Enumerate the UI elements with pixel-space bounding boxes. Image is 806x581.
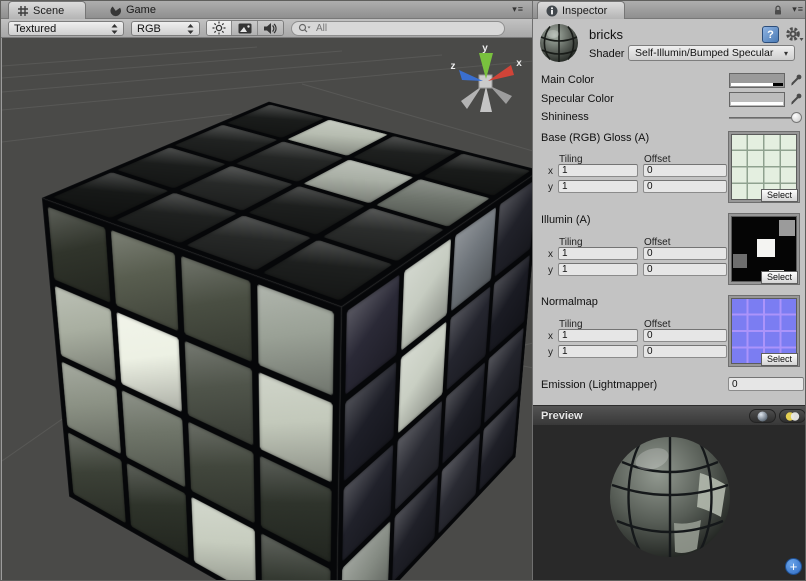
- preview-title: Preview: [541, 410, 583, 422]
- sun-icon: [212, 21, 226, 35]
- updown-arrows-icon: [111, 23, 118, 35]
- chevron-down-icon: ▾: [784, 49, 788, 58]
- draw-mode-dropdown[interactable]: Textured: [8, 21, 124, 36]
- specular-color-label: Specular Color: [541, 93, 614, 105]
- tab-scene[interactable]: Scene: [8, 1, 86, 19]
- preview-header[interactable]: Preview: [533, 405, 806, 425]
- help-glyph: ?: [767, 29, 774, 41]
- shininess-slider-handle[interactable]: [791, 112, 802, 123]
- offset-y-input[interactable]: [643, 263, 727, 276]
- render-mode-value: RGB: [137, 23, 161, 35]
- select-texture-button[interactable]: Select: [761, 189, 798, 202]
- shader-label: Shader: [589, 48, 624, 60]
- tab-game[interactable]: Game: [101, 1, 165, 19]
- section-title: Normalmap: [541, 296, 598, 308]
- sphere-icon: [757, 411, 768, 422]
- x-row-label: x: [548, 249, 553, 260]
- audio-toggle-button[interactable]: [258, 21, 283, 35]
- two-lights-icon: [785, 411, 800, 422]
- search-icon: [298, 23, 311, 34]
- scene-viewport[interactable]: y x z: [1, 38, 532, 581]
- preview-lighting-button[interactable]: [779, 409, 806, 423]
- image-icon: [238, 23, 252, 34]
- game-view-icon: [109, 4, 122, 17]
- inspector-panel: Inspector ▾≡ b: [532, 1, 806, 581]
- section-title: Illumin (A): [541, 214, 591, 226]
- section-title: Base (RGB) Gloss (A): [541, 132, 649, 144]
- preview-sphere-button[interactable]: [749, 409, 776, 423]
- grid-icon: [17, 5, 29, 17]
- info-icon: [546, 5, 558, 17]
- offset-x-input[interactable]: [643, 329, 727, 342]
- draw-mode-value: Textured: [14, 23, 56, 35]
- scene-orientation-gizmo[interactable]: y x z: [448, 42, 524, 118]
- tiling-y-input[interactable]: [558, 263, 638, 276]
- specular-color-alpha-bar: [731, 102, 783, 105]
- scene-panel-menu-icon[interactable]: ▾≡: [512, 4, 524, 15]
- offset-y-input[interactable]: [643, 180, 727, 193]
- lighting-toggle-button[interactable]: [207, 21, 232, 35]
- offset-x-input[interactable]: [643, 164, 727, 177]
- offset-x-input[interactable]: [643, 247, 727, 260]
- tiling-x-input[interactable]: [558, 164, 638, 177]
- preview-area[interactable]: +: [533, 425, 806, 581]
- eyedropper-icon[interactable]: [789, 72, 803, 87]
- tab-inspector[interactable]: Inspector: [537, 1, 625, 19]
- tiling-y-input[interactable]: [558, 345, 638, 358]
- shader-value: Self-Illumin/Bumped Specular: [635, 47, 773, 59]
- main-color-alpha-bar: [731, 83, 783, 86]
- tab-game-label: Game: [126, 4, 156, 16]
- render-mode-dropdown[interactable]: RGB: [131, 21, 200, 36]
- tab-inspector-label: Inspector: [562, 5, 607, 17]
- material-name: bricks: [589, 27, 623, 42]
- scene-panel: Scene Game ▾≡ Textured RGB: [1, 1, 532, 581]
- gizmo-x-cone: [488, 65, 514, 81]
- y-row-label: y: [548, 347, 553, 358]
- specular-color-swatch[interactable]: [729, 92, 785, 107]
- eyedropper-icon[interactable]: [789, 91, 803, 106]
- main-color-label: Main Color: [541, 74, 594, 86]
- emission-input[interactable]: [728, 377, 804, 391]
- shader-dropdown[interactable]: Self-Illumin/Bumped Specular ▾: [628, 45, 795, 61]
- gizmo-x-label: x: [516, 58, 522, 69]
- unity-editor-window: Scene Game ▾≡ Textured RGB: [0, 0, 806, 581]
- scene-toggle-group: [206, 20, 284, 36]
- scene-toolbar: Textured RGB: [1, 19, 532, 38]
- gizmo-y-label: y: [482, 43, 488, 54]
- inspector-tabbar: Inspector ▾≡: [533, 1, 806, 19]
- scene-search-input[interactable]: [314, 22, 474, 35]
- y-row-label: y: [548, 182, 553, 193]
- plus-icon: +: [790, 559, 798, 574]
- tiling-y-input[interactable]: [558, 180, 638, 193]
- tab-scene-label: Scene: [33, 5, 64, 17]
- tiling-x-input[interactable]: [558, 247, 638, 260]
- select-texture-button[interactable]: Select: [761, 271, 798, 284]
- main-color-swatch[interactable]: [729, 73, 785, 88]
- shininess-slider-track[interactable]: [729, 117, 795, 119]
- emission-label: Emission (Lightmapper): [541, 379, 657, 391]
- select-texture-button[interactable]: Select: [761, 353, 798, 366]
- skybox-toggle-button[interactable]: [232, 21, 257, 35]
- inspector-panel-menu-icon[interactable]: ▾≡: [792, 4, 804, 15]
- gear-menu-icon[interactable]: [785, 26, 804, 43]
- x-row-label: x: [548, 166, 553, 177]
- speaker-icon: [263, 22, 277, 35]
- offset-y-input[interactable]: [643, 345, 727, 358]
- material-preview-thumbnail: [538, 22, 580, 64]
- shininess-label: Shininess: [541, 111, 589, 123]
- tiling-x-input[interactable]: [558, 329, 638, 342]
- scene-search-box[interactable]: [291, 21, 505, 36]
- lock-icon[interactable]: [772, 4, 784, 16]
- scene-tabbar: Scene Game ▾≡: [1, 1, 532, 19]
- help-icon[interactable]: ?: [762, 26, 779, 43]
- x-row-label: x: [548, 331, 553, 342]
- add-preview-button[interactable]: +: [785, 558, 802, 575]
- y-row-label: y: [548, 265, 553, 276]
- updown-arrows-icon: [187, 23, 194, 35]
- material-preview-sphere: [600, 427, 740, 567]
- gizmo-z-label: z: [451, 61, 456, 72]
